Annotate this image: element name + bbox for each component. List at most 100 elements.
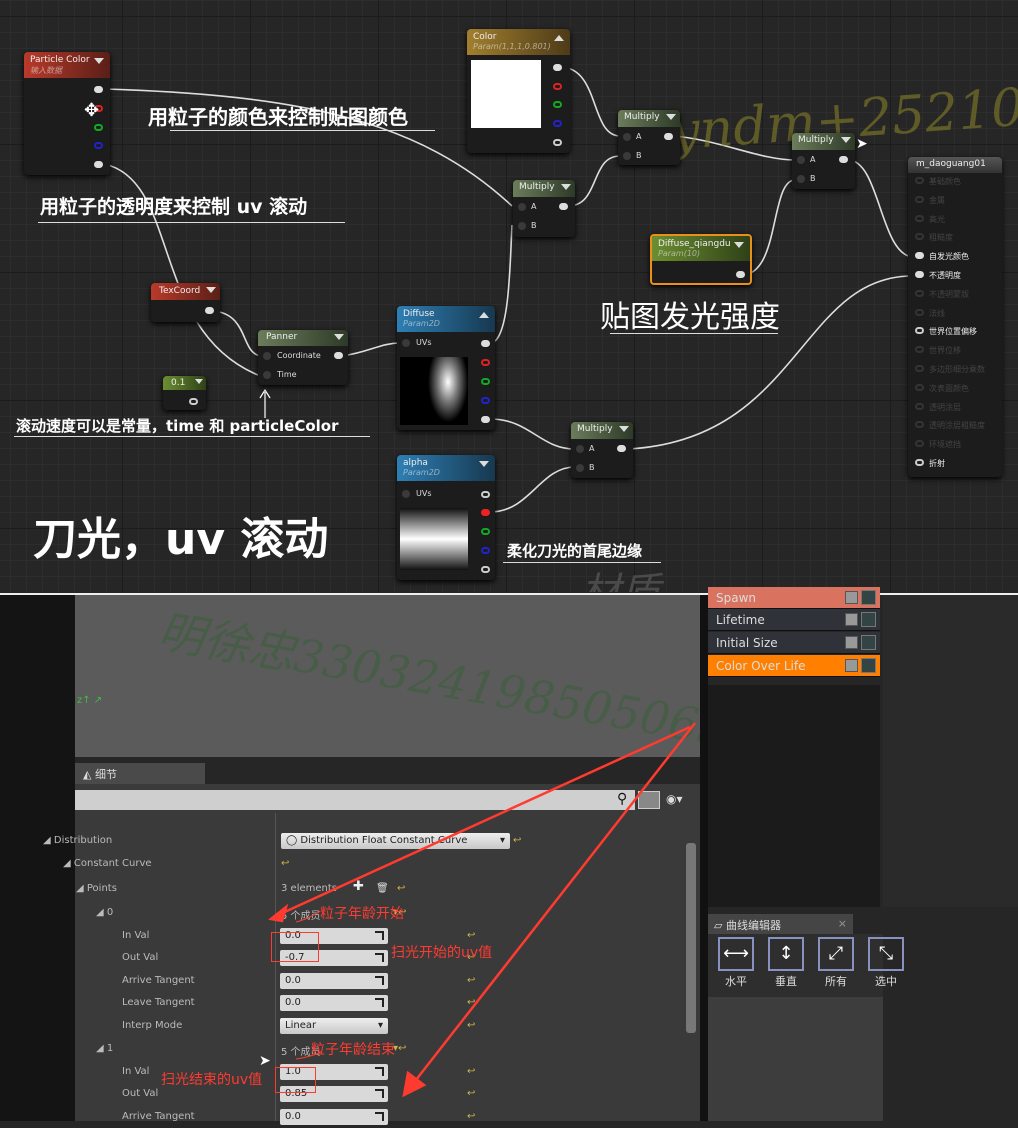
output-pin[interactable] bbox=[205, 307, 214, 314]
multiply-node-2[interactable]: Multiply A B bbox=[513, 180, 575, 237]
output-pin-label: 自发光颜色 bbox=[929, 252, 969, 262]
multiply-node-3[interactable]: Multiply A B bbox=[792, 133, 855, 189]
input-pin[interactable] bbox=[915, 177, 924, 184]
output-pin-rgb[interactable] bbox=[481, 340, 490, 347]
output-pin-a[interactable] bbox=[481, 566, 490, 573]
output-pin-r[interactable] bbox=[553, 83, 562, 90]
node-title: Multiply bbox=[624, 112, 660, 122]
output-pin[interactable] bbox=[664, 133, 673, 140]
input-pin[interactable] bbox=[915, 421, 924, 429]
output-pin[interactable] bbox=[559, 203, 568, 210]
output-pin-label: 环境遮挡 bbox=[929, 440, 961, 450]
pin-label-uvs: UVs bbox=[416, 489, 432, 498]
output-pin[interactable] bbox=[617, 445, 626, 452]
material-graph[interactable]: yndm+25210 材质 Particle Color输入数据 ✥ Color… bbox=[0, 0, 1018, 592]
mouse-cursor-icon: ➤ bbox=[259, 1053, 271, 1069]
output-pin[interactable] bbox=[189, 398, 198, 405]
annotation-soften: 柔化刀光的首尾边缘 bbox=[507, 542, 643, 560]
diffuse-qiangdu-node[interactable]: Diffuse_qiangdu Param(10) bbox=[650, 234, 752, 285]
input-pin[interactable] bbox=[915, 327, 924, 335]
output-pin-rgb[interactable] bbox=[481, 491, 490, 498]
annotation-age-start: 粒子年龄开始 bbox=[320, 906, 404, 922]
output-pin-rgb[interactable] bbox=[553, 64, 562, 71]
annotation-scroll-speed: 滚动速度可以是常量，time 和 particleColor bbox=[16, 417, 339, 435]
input-pin[interactable] bbox=[915, 459, 924, 466]
output-pin-b[interactable] bbox=[481, 547, 490, 554]
output-pin-label: 次表面颜色 bbox=[929, 383, 969, 393]
diffuse-texture-node[interactable]: Diffuse Param2D UVs bbox=[397, 306, 495, 430]
chevron-up-icon[interactable] bbox=[554, 35, 564, 41]
underline bbox=[503, 562, 661, 563]
node-title: alpha bbox=[403, 458, 428, 468]
output-pin-g[interactable] bbox=[481, 378, 490, 385]
node-title: 0.1 bbox=[171, 378, 186, 388]
constant-node[interactable]: 0.1 bbox=[163, 376, 206, 410]
input-pin[interactable] bbox=[915, 195, 924, 203]
texture-preview bbox=[400, 357, 468, 425]
underline bbox=[14, 436, 370, 437]
input-pin[interactable] bbox=[915, 383, 924, 391]
output-pin[interactable] bbox=[839, 156, 848, 163]
color-param-node[interactable]: Color Param(1,1,1,0.801) bbox=[467, 29, 570, 153]
output-pin-label: 世界位移 bbox=[929, 346, 961, 356]
pin-label-time: Time bbox=[277, 370, 297, 379]
input-pin[interactable] bbox=[915, 289, 924, 297]
output-pin-b[interactable] bbox=[553, 120, 562, 127]
pin-label-a: A bbox=[636, 132, 642, 141]
annotation-uv-start: 扫光开始的uv值 bbox=[391, 945, 493, 961]
multiply-node-4[interactable]: Multiply A B bbox=[571, 422, 633, 478]
material-output-node[interactable]: m_daoguang01 基础颜色 金属 高光 粗糙度 自发光颜色 不透明度 不透明蒙版 法线… bbox=[908, 157, 1002, 477]
underline bbox=[170, 130, 435, 131]
output-pin-g[interactable] bbox=[94, 124, 103, 131]
underline bbox=[610, 333, 778, 334]
output-pin-g[interactable] bbox=[553, 101, 562, 108]
output-pin-a[interactable] bbox=[94, 161, 103, 168]
mouse-cursor-icon: ➤ bbox=[856, 136, 868, 152]
chevron-down-icon[interactable] bbox=[94, 58, 104, 64]
highlight-box bbox=[275, 1067, 316, 1093]
input-pin[interactable] bbox=[915, 402, 924, 410]
multiply-node-1[interactable]: Multiply A B bbox=[618, 110, 680, 165]
input-pin[interactable] bbox=[915, 308, 924, 316]
annotation-title: 刀光，uv 滚动 bbox=[33, 514, 329, 565]
node-subtitle: Param(10) bbox=[658, 249, 701, 258]
input-pin[interactable] bbox=[915, 346, 924, 354]
input-pin[interactable] bbox=[915, 252, 924, 260]
input-pin[interactable] bbox=[915, 214, 924, 222]
output-pin-label: 不透明度 bbox=[929, 271, 961, 280]
output-pin-label: 世界位置偏移 bbox=[929, 327, 977, 337]
input-pin[interactable] bbox=[915, 365, 924, 372]
output-pin-a[interactable] bbox=[553, 139, 562, 146]
alpha-texture-node[interactable]: alpha Param2D UVs bbox=[397, 455, 495, 580]
output-pin-r[interactable] bbox=[481, 509, 490, 516]
pin-label-a: A bbox=[589, 444, 595, 453]
output-pin-label: 法线 bbox=[929, 308, 945, 318]
output-pin-b[interactable] bbox=[94, 142, 103, 149]
output-pin-rgb[interactable] bbox=[94, 86, 103, 93]
node-title: Diffuse bbox=[403, 309, 435, 319]
output-pin-b[interactable] bbox=[481, 397, 490, 404]
node-title: Multiply bbox=[519, 182, 555, 192]
output-pin-g[interactable] bbox=[481, 528, 490, 535]
node-title: Diffuse_qiangdu bbox=[658, 239, 731, 249]
highlight-box bbox=[271, 932, 319, 962]
pin-label-b: B bbox=[589, 463, 595, 472]
node-title: Particle Color bbox=[30, 55, 90, 65]
input-pin[interactable] bbox=[915, 271, 924, 278]
panner-node[interactable]: Panner Coordinate Time bbox=[258, 330, 348, 385]
annotation-particle-alpha: 用粒子的透明度来控制 uv 滚动 bbox=[40, 196, 308, 218]
color-preview bbox=[471, 60, 541, 128]
texcoord-node[interactable]: TexCoord bbox=[151, 283, 220, 322]
output-pin[interactable] bbox=[736, 271, 745, 278]
pin-label-a: A bbox=[810, 155, 816, 164]
output-pin[interactable] bbox=[334, 352, 343, 359]
output-pin-a[interactable] bbox=[481, 416, 490, 423]
input-pin[interactable] bbox=[915, 233, 924, 241]
pin-label-a: A bbox=[531, 202, 537, 211]
particle-color-node[interactable]: Particle Color 输入数据 ✥ bbox=[24, 52, 110, 175]
node-title: Multiply bbox=[577, 424, 613, 434]
output-pin-r[interactable] bbox=[481, 359, 490, 366]
particle-editor: 明徐忠330324198505065054- z↑ ↗ Spawn Lifetim… bbox=[0, 587, 1018, 1125]
input-pin[interactable] bbox=[915, 440, 924, 448]
node-title: Color bbox=[473, 32, 497, 42]
